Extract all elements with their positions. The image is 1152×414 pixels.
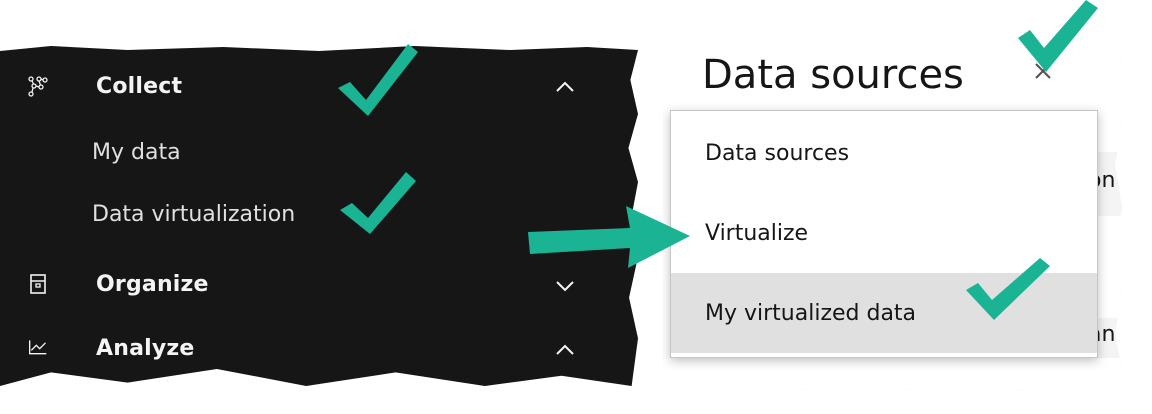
checkmark-icon [340,172,416,234]
checkmark-icon [1018,0,1098,72]
annotation-overlay [338,0,1098,320]
arrow-right-icon [528,206,690,268]
checkmark-icon [966,258,1050,320]
checkmark-icon [338,44,418,116]
